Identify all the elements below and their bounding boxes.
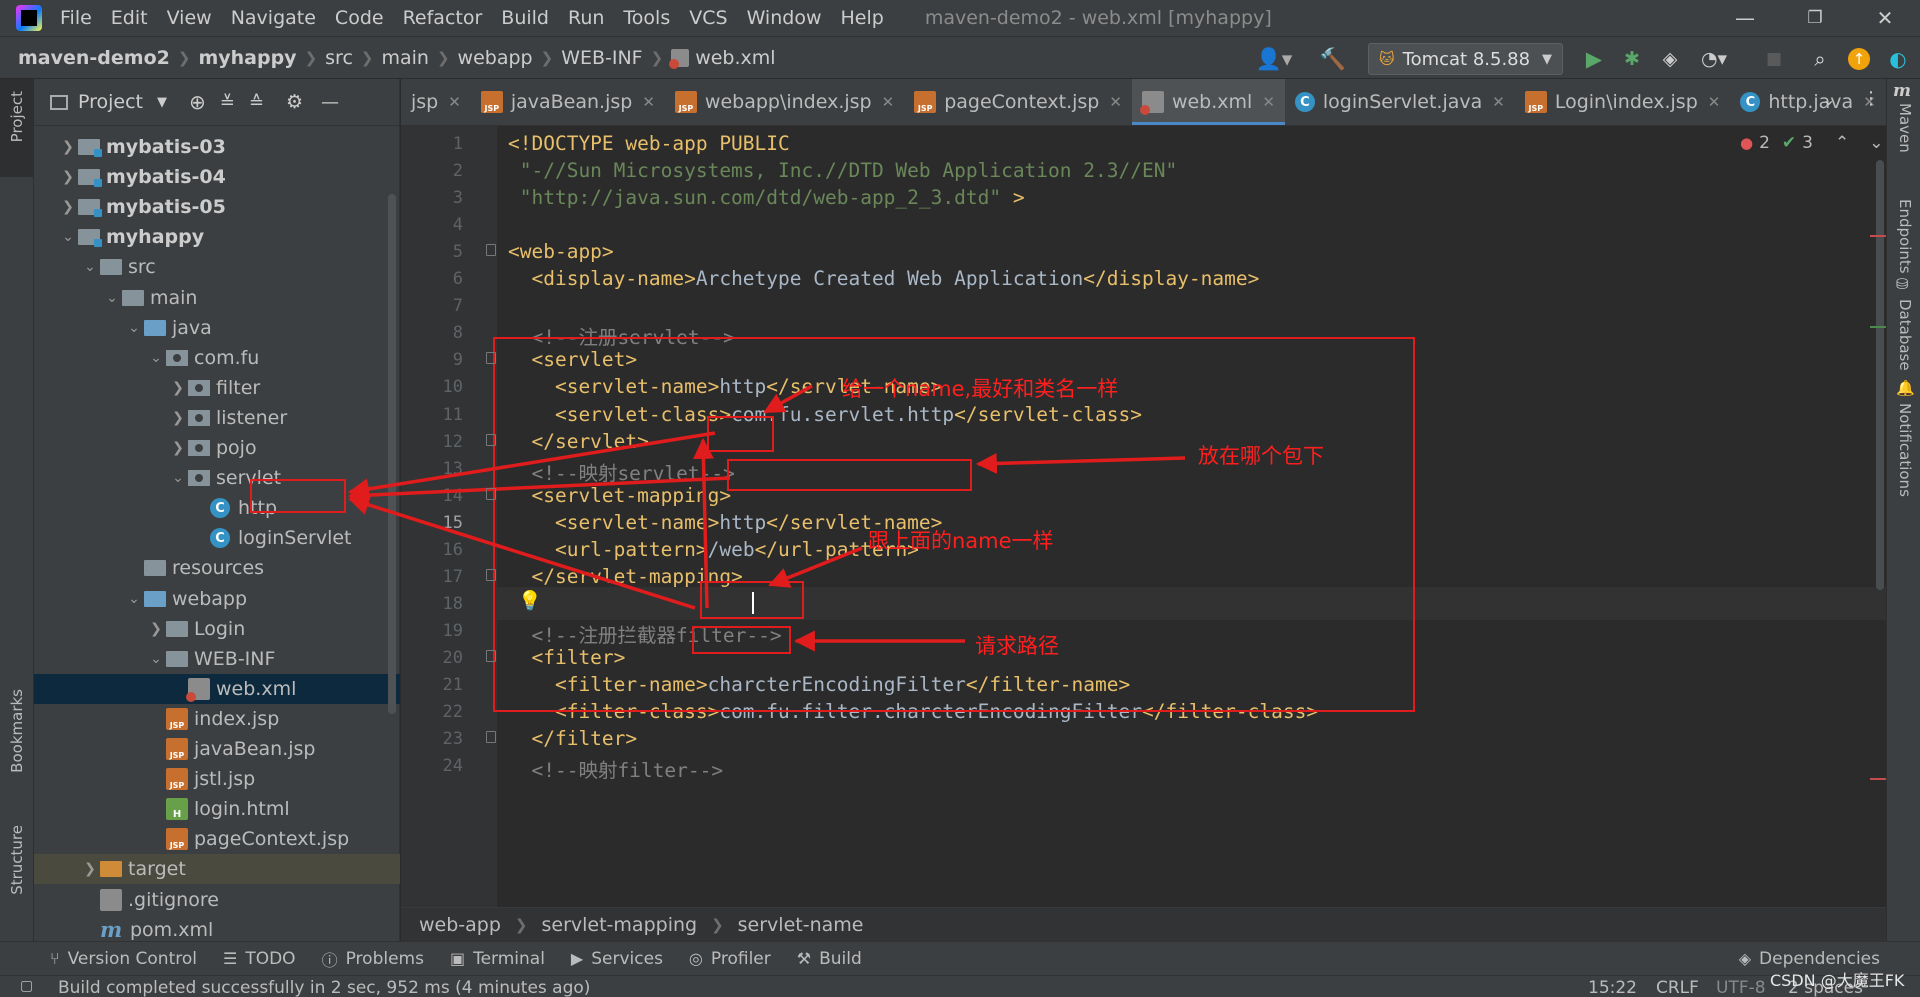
database-icon: ⛁ <box>1896 275 1909 293</box>
services-icon: ▶ <box>570 949 584 968</box>
notifications-tool-tab[interactable]: Notifications <box>1896 403 1914 497</box>
annotation-same-note: 跟上面的name一样 <box>868 529 1054 553</box>
endpoints-tool-tab[interactable]: Endpoints <box>1896 199 1914 274</box>
tool-window-bar: ⑂ Version Control ☰ TODO ⓘ Problems ▣ Termin… <box>0 941 1920 975</box>
profiler-tool[interactable]: ◎ Profiler <box>689 949 771 969</box>
status-message[interactable]: Build completed successfully in 2 sec, 9… <box>58 978 590 997</box>
caret-position[interactable]: 15:22 <box>1588 978 1637 997</box>
build-label: Build <box>819 948 862 969</box>
services-tool[interactable]: ▶ Services <box>571 949 663 969</box>
status-bar: ▢ Build completed successfully in 2 sec,… <box>0 975 1920 997</box>
editor-crumb-servlet-name[interactable]: servlet-name <box>738 914 864 936</box>
terminal-tool[interactable]: ▣ Terminal <box>450 949 545 969</box>
problems-tool[interactable]: ⓘ Problems <box>322 947 424 971</box>
layers-icon: ◈ <box>1738 949 1752 968</box>
maven-icon: m <box>1893 81 1911 101</box>
bell-icon: 🔔 <box>1896 379 1915 397</box>
editor-crumb-servlet-mapping[interactable]: servlet-mapping <box>542 914 698 936</box>
hammer-icon: ⚒ <box>796 949 812 968</box>
annotation-arrows <box>347 384 1186 652</box>
line-separator[interactable]: CRLF <box>1656 978 1699 997</box>
problems-label: Problems <box>345 948 424 969</box>
profiler-label: Profiler <box>710 948 771 969</box>
fold-marker-icon[interactable] <box>486 433 496 446</box>
editor-breadcrumbs: web-app ❯ servlet-mapping ❯ servlet-name <box>401 907 1886 941</box>
annotation-path-note: 请求路径 <box>975 634 1059 658</box>
fold-marker-icon[interactable] <box>486 352 496 365</box>
fold-marker-icon[interactable] <box>486 487 496 500</box>
todo-label: TODO <box>245 948 296 969</box>
maven-tool-tab[interactable]: Maven <box>1896 103 1914 153</box>
dependencies-tool[interactable]: ◈ Dependencies <box>1739 949 1880 969</box>
fold-marker-icon[interactable] <box>486 731 496 744</box>
watermark: CSDN @大魔王FK <box>1770 971 1905 990</box>
build-tool[interactable]: ⚒ Build <box>797 949 862 969</box>
version-control-label: Version Control <box>67 948 197 969</box>
file-encoding[interactable]: UTF-8 <box>1716 978 1766 997</box>
list-icon: ☰ <box>222 949 238 968</box>
fold-marker-icon[interactable] <box>486 649 496 662</box>
branch-icon: ⑂ <box>50 949 60 968</box>
version-control-tool[interactable]: ⑂ Version Control <box>50 949 197 969</box>
dependencies-label: Dependencies <box>1759 948 1880 969</box>
editor-crumb-web-app[interactable]: web-app <box>419 914 501 936</box>
database-tool-tab[interactable]: Database <box>1896 299 1914 371</box>
terminal-icon: ▣ <box>449 949 466 968</box>
profiler-icon: ◎ <box>688 949 703 968</box>
annotation-package-note: 放在哪个包下 <box>1198 444 1324 468</box>
services-label: Services <box>591 948 663 969</box>
status-panel-icon[interactable]: ▢ <box>20 978 33 994</box>
right-tool-stripe: m Maven Endpoints ⛁ Database 🔔 Notificat… <box>1886 79 1920 941</box>
fold-marker-icon[interactable] <box>486 568 496 581</box>
todo-tool[interactable]: ☰ TODO <box>223 949 296 969</box>
terminal-label: Terminal <box>473 948 545 969</box>
fold-marker-icon[interactable] <box>486 244 496 257</box>
annotation-name-note: 给一个name,最好和类名一样 <box>842 377 1119 401</box>
info-icon: ⓘ <box>321 950 338 970</box>
